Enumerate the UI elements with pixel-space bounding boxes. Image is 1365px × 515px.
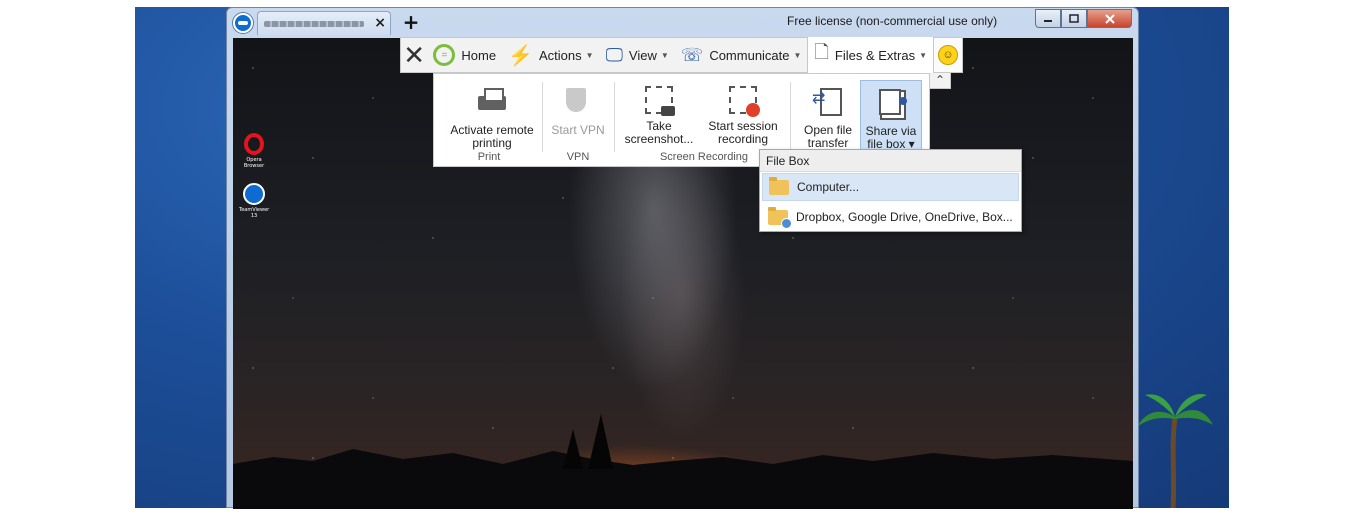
toolbar-communicate[interactable]: ☏ Communicate ▼ <box>675 38 808 72</box>
session-tab-label-redacted <box>264 21 364 27</box>
chevron-down-icon: ▼ <box>793 50 802 60</box>
menu-item-label: Computer... <box>797 180 860 194</box>
toolbar-actions-label: Actions <box>539 47 582 63</box>
minimize-button[interactable] <box>1035 9 1061 28</box>
monitor-icon: 🖵 <box>605 44 623 65</box>
toolbar-files-extras[interactable]: 🗋 Files & Extras ▼ <box>807 37 935 73</box>
teamviewer-logo-icon <box>233 13 253 33</box>
printer-icon <box>476 86 508 118</box>
activate-remote-printing-label: Activate remote printing <box>450 123 534 150</box>
take-screenshot-button[interactable]: Take screenshot... <box>624 86 694 146</box>
take-screenshot-label: Take screenshot... <box>624 119 694 146</box>
start-vpn-button[interactable]: Start VPN <box>548 86 608 137</box>
palm-tree-decoration <box>1137 393 1213 508</box>
file-box-header: File Box <box>760 150 1021 172</box>
end-session-button[interactable]: ✕ <box>401 38 427 72</box>
toolbar-communicate-label: Communicate <box>709 47 790 63</box>
toolbar-home-label: Home <box>461 47 497 63</box>
shield-link-icon <box>562 86 594 118</box>
mountain-silhouette <box>233 414 1133 509</box>
opera-icon <box>244 133 264 155</box>
cloud-folder-icon <box>768 206 792 229</box>
maximize-button[interactable] <box>1061 9 1087 28</box>
open-file-transfer-label: Open file transfer <box>803 123 853 150</box>
chevron-down-icon: ▼ <box>585 50 594 60</box>
chevron-down-icon: ▼ <box>919 50 928 60</box>
share-via-file-box-button[interactable]: Share via file box ▾ <box>860 80 922 151</box>
globe-icon <box>781 217 792 229</box>
start-session-recording-button[interactable]: Start session recording <box>702 86 784 146</box>
file-box-dropdown: File Box Computer... Dropbox, Google Dri… <box>759 149 1022 232</box>
window-titlebar: × + Free license (non-commercial use onl… <box>227 8 1138 38</box>
license-text: Free license (non-commercial use only) <box>787 14 998 28</box>
close-window-button[interactable] <box>1087 9 1132 28</box>
phone-chat-icon: ☏ <box>680 44 704 65</box>
session-toolbar: ✕ = Home ⚡ Actions ▼ 🖵 View ▼ ☏ Communic… <box>400 37 963 73</box>
desktop-icon-label: Opera Browser <box>243 157 265 169</box>
open-file-transfer-button[interactable]: Open file transfer <box>796 86 860 150</box>
group-label-print: Print <box>477 151 501 163</box>
teamviewer-icon <box>243 183 265 205</box>
home-icon: = <box>433 44 456 66</box>
session-tab[interactable]: × <box>257 11 391 35</box>
menu-item-computer[interactable]: Computer... <box>762 173 1019 201</box>
menu-item-label: Dropbox, Google Drive, OneDrive, Box... <box>796 210 1013 224</box>
smiley-icon: ☺ <box>938 45 959 65</box>
minimize-icon <box>1044 19 1052 22</box>
activate-remote-printing-button[interactable]: Activate remote printing <box>442 86 542 150</box>
collapse-toolbar-button[interactable]: ⌃ <box>929 73 951 89</box>
menu-item-cloud-storage[interactable]: Dropbox, Google Drive, OneDrive, Box... <box>762 203 1019 231</box>
window-controls <box>1035 9 1132 29</box>
new-tab-button[interactable]: + <box>399 10 423 34</box>
start-session-recording-label: Start session recording <box>708 119 778 146</box>
group-label-screen-recording: Screen Recording <box>659 151 749 163</box>
desktop-icon-label: TeamViewer 13 <box>239 207 270 219</box>
toolbar-files-extras-label: Files & Extras <box>834 47 916 63</box>
record-icon <box>729 86 760 117</box>
folder-icon <box>769 176 789 195</box>
camera-selection-icon <box>645 86 675 116</box>
chevron-down-icon: ▼ <box>660 50 669 60</box>
lightning-icon: ⚡ <box>508 44 533 67</box>
toolbar-view[interactable]: 🖵 View ▼ <box>600 38 675 72</box>
share-via-file-box-label: Share via file box ▾ <box>865 124 917 151</box>
desktop-icon-opera[interactable]: Opera Browser <box>239 133 269 169</box>
group-label-vpn: VPN <box>566 151 590 163</box>
maximize-icon <box>1069 14 1079 23</box>
file-transfer-icon <box>812 86 844 118</box>
ribbon-separator <box>542 82 543 152</box>
close-icon <box>1104 13 1115 24</box>
toolbar-home[interactable]: = Home <box>427 38 502 72</box>
toolbar-actions[interactable]: ⚡ Actions ▼ <box>502 38 599 72</box>
file-icon: 🗋 <box>814 42 829 62</box>
chevron-up-icon: ⌃ <box>934 73 946 87</box>
close-icon: ✕ <box>403 39 426 70</box>
start-vpn-label: Start VPN <box>551 123 605 137</box>
desktop-icon-teamviewer[interactable]: TeamViewer 13 <box>239 183 269 219</box>
ribbon-separator <box>614 82 615 152</box>
feedback-button[interactable]: ☺ <box>934 38 962 72</box>
ribbon-separator <box>790 82 791 152</box>
toolbar-view-label: View <box>628 47 657 63</box>
share-files-icon <box>875 87 907 119</box>
close-tab-icon[interactable]: × <box>374 14 386 32</box>
